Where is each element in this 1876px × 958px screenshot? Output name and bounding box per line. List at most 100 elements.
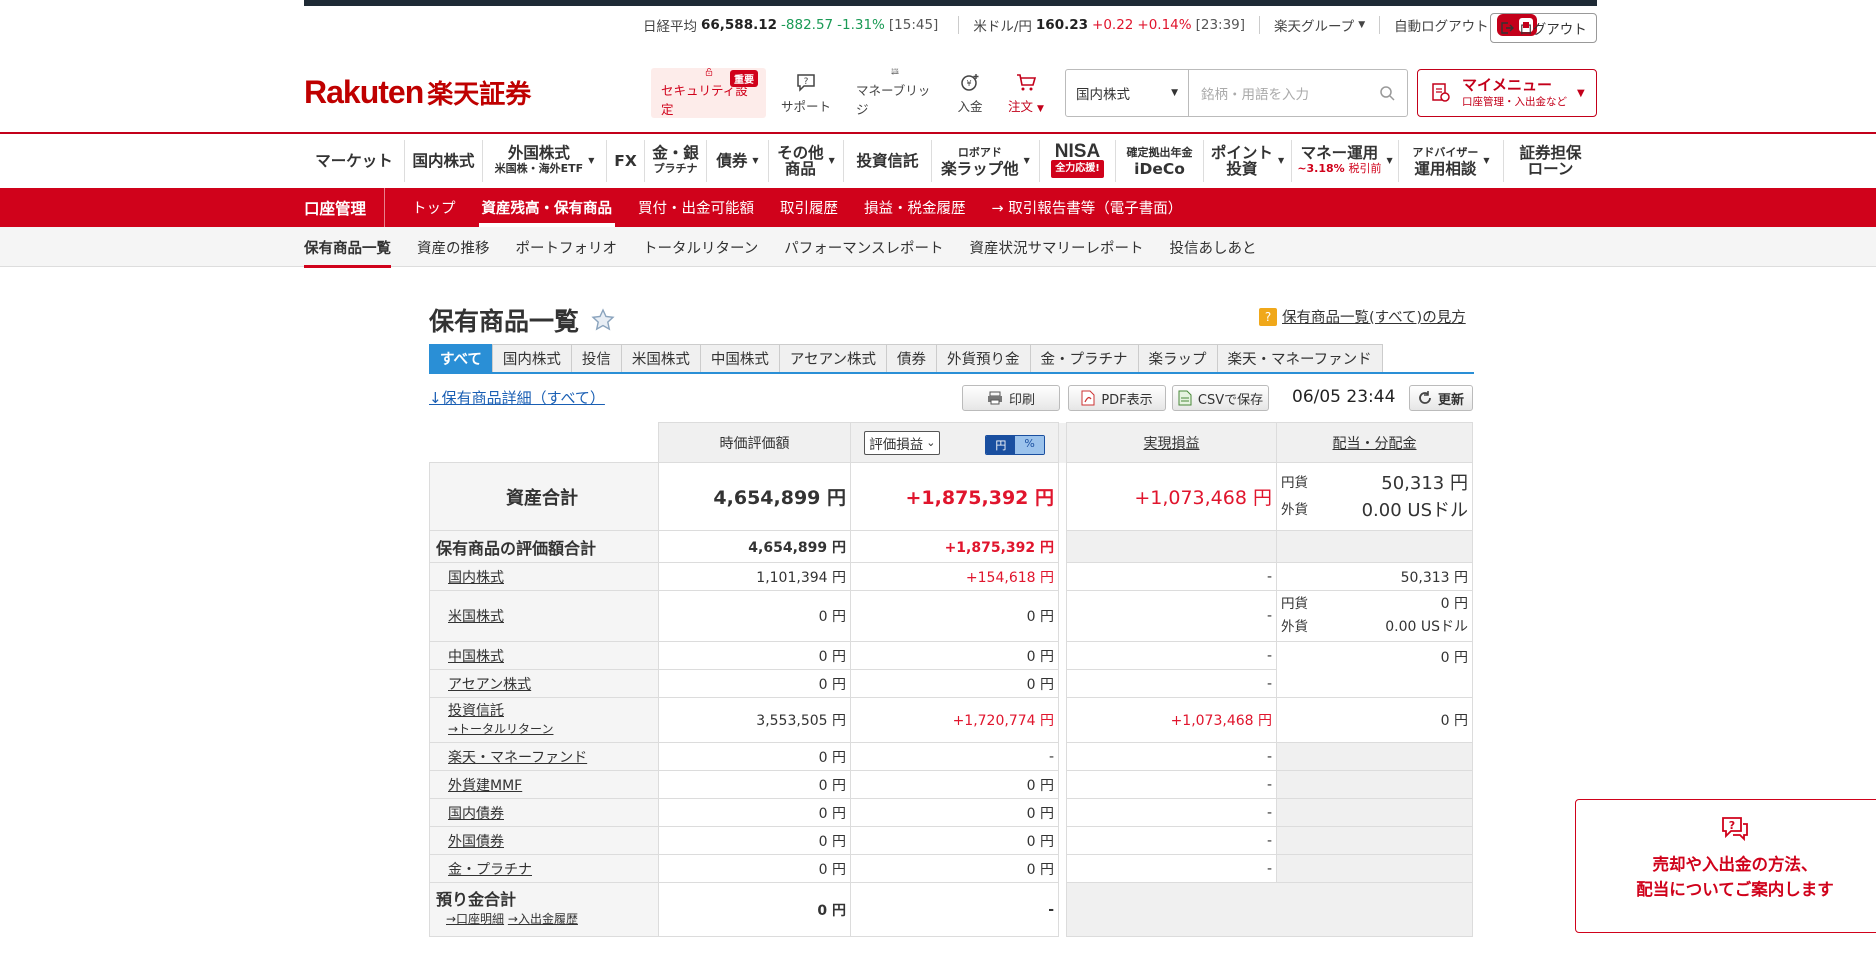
subnav-asset-history[interactable]: 資産の推移 [417,227,490,267]
nav-other-products[interactable]: その他 商品 ▼ [769,140,844,182]
asset-total-realized: +1,073,468 円 [1134,487,1272,509]
account-tab-top[interactable]: トップ [399,188,469,227]
row-link-fx-mmf[interactable]: 外貨建MMF [448,778,522,794]
page-title: 保有商品一覧 [429,302,615,338]
nav-domestic-stock[interactable]: 国内株式 [405,140,483,182]
account-tab-history[interactable]: 取引履歴 [767,188,851,227]
account-tab-tax[interactable]: 損益・税金履歴 [851,188,979,227]
asset-total-value: 4,654,899 円 [713,487,846,509]
search-input[interactable]: 銘柄・用語を入力 [1189,70,1407,116]
row-link-foreign-bond[interactable]: 外国債券 [448,834,504,850]
row-link-fund[interactable]: 投資信託 [448,703,504,719]
row-link-us[interactable]: 米国株式 [448,609,504,625]
subnav-holdings[interactable]: 保有商品一覧 [304,227,391,268]
row-link-domestic-bond[interactable]: 国内債券 [448,806,504,822]
pdf-button[interactable]: PDF表示 [1068,385,1166,411]
row-link-gold[interactable]: 金・プラチナ [448,862,532,878]
product-tab-china[interactable]: 中国株式 [699,344,780,372]
print-button[interactable]: 印刷 [962,385,1060,411]
csv-icon [1178,390,1192,406]
unit-toggle[interactable]: 円% [985,434,1045,455]
col-dividend-header[interactable]: 配当・分配金 [1333,436,1417,452]
star-icon[interactable] [591,308,615,332]
pdf-icon [1081,390,1095,406]
nav-robo-advisor[interactable]: ロボアド 楽ラップ他 ▼ [932,140,1040,182]
nav-advisor[interactable]: アドバイザー 運用相談 ▼ [1399,140,1504,182]
product-tab-us[interactable]: 米国株式 [620,344,701,372]
nav-investment-trust[interactable]: 投資信託 [844,140,932,182]
nav-gold[interactable]: 金・銀 プラチナ [645,140,707,182]
holdings-table: 時価評価額 評価損益 ⌄ 円% 実現損益 配当・分配金 資産合計 4,654,89… [429,422,1473,937]
support-button[interactable]: ? サポート [766,68,846,118]
order-menu[interactable]: 注文 ▼ [996,68,1056,118]
product-tab-rakuwrap[interactable]: 楽ラップ [1137,344,1218,372]
deposit-total-row: 預り金合計 →口座明細 →入出金履歴 0 円 - [429,882,1473,937]
total-return-link[interactable]: →トータルリターン [448,722,553,736]
product-tab-domestic[interactable]: 国内株式 [491,344,572,372]
product-tab-all[interactable]: すべて [429,344,493,372]
row-link-money-fund[interactable]: 楽天・マネーファンド [448,750,587,766]
fx-value: 160.23 [1035,17,1089,33]
table-row: 国内債券 0 円 0 円 - [429,798,1473,827]
my-menu-button[interactable]: マイメニュー 口座管理・入出金など ▼ [1417,69,1597,117]
nav-nisa[interactable]: NISA 全力応援! [1040,140,1116,182]
nav-bond[interactable]: 債券 ▼ [707,140,769,182]
deposit-history-link[interactable]: →入出金履歴 [508,912,578,926]
rakuten-group-menu[interactable]: 楽天グループ ▼ [1274,15,1365,35]
row-link-china[interactable]: 中国株式 [448,649,504,665]
caret-down-icon: ▼ [1023,156,1030,165]
deposit-button[interactable]: ¥ 入金 [944,68,996,118]
nav-money-management[interactable]: マネー運用 ~3.18% 税引前 ▼ [1292,140,1399,182]
product-tab-bond[interactable]: 債券 [886,344,938,372]
nav-market[interactable]: マーケット [304,140,405,182]
nav-securities-loan[interactable]: 証券担保 ローン [1504,140,1597,182]
table-header-row: 時価評価額 評価損益 ⌄ 円% 実現損益 配当・分配金 [429,422,1473,463]
account-tab-assets[interactable]: 資産残高・保有商品 [469,188,626,227]
product-tab-gold[interactable]: 金・プラチナ [1029,344,1139,372]
security-settings-button[interactable]: 重要 セキュリティ設定 [651,68,766,118]
help-box[interactable]: ? 売却や入出金の方法、 配当についてご案内します [1575,799,1876,933]
row-link-asean[interactable]: アセアン株式 [448,677,531,693]
fx-time: [23:39] [1195,17,1246,33]
nav-fx[interactable]: FX [607,140,645,182]
nav-ideco[interactable]: 確定拠出年金 iDeCo [1116,140,1204,182]
col-realized-header[interactable]: 実現損益 [1144,436,1200,452]
caret-down-icon: ▼ [1483,156,1490,165]
refresh-button[interactable]: 更新 [1409,385,1473,411]
holdings-detail-link[interactable]: ↓保有商品詳細（すべて） [429,387,605,408]
search-category-select[interactable]: 国内株式 ▼ [1066,70,1189,116]
subnav-performance-report[interactable]: パフォーマンスレポート [784,227,943,267]
howto-link[interactable]: ? 保有商品一覧(すべて)の見方 [1259,306,1466,327]
rakuten-logo[interactable]: Rakuten 楽天証券 [304,74,531,111]
search-icon[interactable] [1379,85,1395,101]
autologout-label: 自動ログアウト [1394,19,1489,35]
money-bridge-button[interactable]: BANK マネーブリッジ [846,68,944,118]
logout-button[interactable]: ログアウト [1490,13,1597,43]
table-row: 米国株式 0 円 0 円 - 円貨 0 円 外貨 0.00 USドル [429,590,1473,642]
account-statement-link[interactable]: →口座明細 [446,912,504,926]
subnav-total-return[interactable]: トータルリターン [643,227,758,267]
row-link-domestic[interactable]: 国内株式 [448,570,504,586]
product-tab-fx-deposit[interactable]: 外貨預り金 [936,344,1031,372]
account-tab-buying-power[interactable]: 買付・出金可能額 [625,188,767,227]
unit-pct[interactable]: % [1015,435,1044,454]
product-tab-money-fund[interactable]: 楽天・マネーファンド [1216,344,1383,372]
nav-point-invest[interactable]: ポイント 投資 ▼ [1204,140,1292,182]
subnav-summary-report[interactable]: 資産状況サマリーレポート [970,227,1144,267]
account-doc-icon [1432,83,1450,102]
table-row: 楽天・マネーファンド 0 円 - - [429,742,1473,771]
account-tab-reports[interactable]: → 取引報告書等（電子書面） [979,188,1196,227]
product-tab-fund[interactable]: 投信 [570,344,622,372]
csv-save-button[interactable]: CSVで保存 [1172,385,1269,411]
subnav-portfolio[interactable]: ポートフォリオ [516,227,618,267]
caret-down-icon: ▼ [1577,87,1585,99]
unit-yen[interactable]: 円 [986,435,1016,454]
asset-total-row: 資産合計 4,654,899 円 +1,875,392 円 +1,073,468… [429,462,1473,531]
chevron-down-icon: ⌄ [926,436,936,449]
dividend-jpy-total: 50,313 円 [1381,472,1468,494]
pl-type-select[interactable]: 評価損益 ⌄ [864,430,941,455]
subnav-fund-footprints[interactable]: 投信あしあと [1170,227,1257,267]
nav-foreign-stock[interactable]: 外国株式 米国株・海外ETF ▼ [483,140,607,182]
svg-text:?: ? [1729,819,1735,832]
product-tab-asean[interactable]: アセアン株式 [778,344,888,372]
